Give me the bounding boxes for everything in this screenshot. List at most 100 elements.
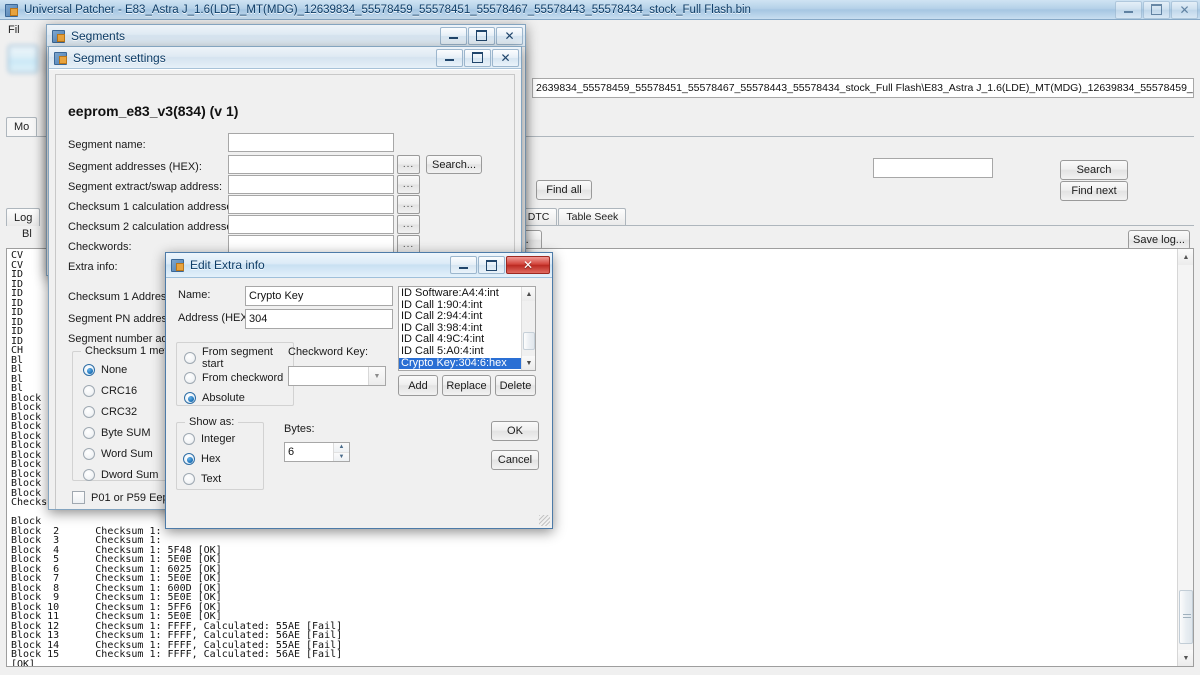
radio-checksum-none[interactable]: None [83, 362, 158, 378]
scrollbar-thumb[interactable] [1179, 590, 1193, 644]
browse-checksum1-calc-button[interactable]: ... [397, 195, 420, 214]
extra-maximize-button[interactable] [478, 256, 505, 274]
tab-table-seek[interactable]: Table Seek [558, 208, 627, 225]
segment-settings-window-icon [54, 51, 68, 65]
label-name: Name: [178, 289, 211, 301]
close-icon[interactable]: ✕ [1171, 0, 1198, 19]
search-segment-button[interactable]: Search... [426, 155, 482, 174]
segments-minimize-button[interactable] [440, 26, 467, 45]
show-as-group: Show as: Integer Hex Text [176, 416, 264, 490]
main-window-controls[interactable]: ✕ [1114, 0, 1198, 19]
replace-button[interactable]: Replace [442, 375, 491, 396]
extra-info-titlebar: Edit Extra info ✕ [166, 253, 552, 278]
tab-log[interactable]: Log [6, 208, 40, 226]
input-address[interactable]: 304 [245, 309, 393, 329]
input-checksum1-calc[interactable] [228, 195, 394, 214]
segments-maximize-button[interactable] [468, 26, 495, 45]
radio-absolute[interactable]: Absolute [184, 390, 293, 406]
segments-window-title: Segments [71, 28, 126, 43]
label-address: Address (HEX): [178, 312, 255, 324]
main-window-title: Universal Patcher - E83_Astra J_1.6(LDE)… [24, 3, 751, 16]
extra-info-window-icon [171, 258, 185, 272]
radio-from-segment-start[interactable]: From segment start [184, 346, 293, 370]
list-scroll-down-icon[interactable]: ▼ [522, 356, 535, 370]
checkbox-box-icon [72, 491, 85, 504]
spinner-bytes[interactable]: 6 ▲ ▼ [284, 442, 350, 462]
chevron-down-icon[interactable]: ▼ [368, 367, 385, 385]
list-item-selected[interactable]: Crypto Key:304:6:hex [399, 357, 521, 370]
scroll-down-icon[interactable]: ▼ [1178, 650, 1193, 666]
radio-checksum-byte-sum[interactable]: Byte SUM [83, 425, 158, 441]
edit-extra-info-dialog: Edit Extra info ✕ Name: Crypto Key Addre… [165, 252, 553, 529]
scroll-up-icon[interactable]: ▲ [1178, 249, 1193, 265]
segset-maximize-button[interactable] [464, 48, 491, 67]
maximize-button[interactable] [1143, 0, 1170, 19]
main-titlebar: Universal Patcher - E83_Astra J_1.6(LDE)… [0, 0, 1200, 20]
cancel-button[interactable]: Cancel [491, 450, 539, 470]
list-item[interactable]: ID Software:A4:4:int [399, 287, 521, 300]
segments-window-controls[interactable]: ✕ [439, 26, 523, 45]
segments-close-icon[interactable]: ✕ [496, 26, 523, 45]
combo-checkword-key[interactable]: ▼ [288, 366, 386, 386]
spinner-up-icon[interactable]: ▲ [334, 443, 349, 452]
log-vertical-scrollbar[interactable]: ▲ ▼ [1177, 249, 1193, 666]
spinner-down-icon[interactable]: ▼ [334, 451, 349, 461]
label-checksum1-calc: Checksum 1 calculation addresses: [68, 201, 242, 213]
spinner-buttons[interactable]: ▲ ▼ [333, 443, 349, 461]
tab-models[interactable]: Mo [6, 117, 38, 136]
extra-info-window-controls[interactable]: ✕ [449, 256, 550, 274]
list-scroll-up-icon[interactable]: ▲ [522, 287, 535, 301]
label-extra-info: Extra info: [68, 261, 118, 273]
file-path-field[interactable]: 2639834_55578459_55578451_55578467_55578… [532, 78, 1194, 98]
radio-checksum-crc16[interactable]: CRC16 [83, 383, 158, 399]
edit-extra-info-body: Name: Crypto Key Address (HEX): 304 From… [166, 278, 552, 528]
label-checkword-key: Checkword Key: [288, 346, 369, 358]
input-name[interactable]: Crypto Key [245, 286, 393, 306]
app-icon [5, 3, 19, 17]
search-button[interactable]: Search [1060, 160, 1128, 180]
show-as-title: Show as: [185, 416, 239, 428]
label-segment-pn-address: Segment PN address [68, 313, 173, 325]
extra-info-window-title: Edit Extra info [190, 258, 265, 272]
radio-checksum-crc32[interactable]: CRC32 [83, 404, 158, 420]
lower-tabstrip[interactable]: PIDs DTC Table Seek [480, 208, 1194, 226]
radio-show-text[interactable]: Text [183, 471, 235, 487]
find-next-button[interactable]: Find next [1060, 181, 1128, 201]
segset-minimize-button[interactable] [436, 48, 463, 67]
radio-from-checkword[interactable]: From checkword [184, 370, 293, 386]
open-file-icon[interactable] [8, 45, 38, 73]
bytes-value: 6 [288, 446, 295, 458]
menu-file[interactable]: Fil [8, 24, 20, 36]
label-segment-addresses: Segment addresses (HEX): [68, 161, 202, 173]
ok-button[interactable]: OK [491, 421, 539, 441]
input-checksum2-calc[interactable] [228, 215, 394, 234]
segment-settings-window-controls[interactable]: ✕ [435, 48, 519, 67]
browse-segment-addresses-button[interactable]: ... [397, 155, 420, 174]
extra-close-icon[interactable]: ✕ [506, 256, 550, 274]
input-extract-swap[interactable] [228, 175, 394, 194]
list-scrollbar-thumb[interactable] [523, 332, 535, 350]
add-button[interactable]: Add [398, 375, 438, 396]
listbox-scrollbar[interactable]: ▲ ▼ [521, 287, 535, 370]
input-segment-addresses[interactable] [228, 155, 394, 174]
delete-button[interactable]: Delete [495, 375, 536, 396]
extra-info-listbox[interactable]: ID Software:A4:4:int ID Call 1:90:4:int … [398, 286, 536, 371]
find-all-button[interactable]: Find all [536, 180, 592, 200]
radio-show-integer[interactable]: Integer [183, 431, 235, 447]
radio-show-hex[interactable]: Hex [183, 451, 235, 467]
input-segment-name[interactable] [228, 133, 394, 152]
browse-extract-swap-button[interactable]: ... [397, 175, 420, 194]
search-input[interactable] [873, 158, 993, 178]
segment-settings-window-title: Segment settings [73, 50, 166, 65]
browse-checksum2-calc-button[interactable]: ... [397, 215, 420, 234]
list-item[interactable]: ID Call 5:A0:4:int [399, 345, 521, 358]
segset-close-icon[interactable]: ✕ [492, 48, 519, 67]
radio-checksum-word-sum[interactable]: Word Sum [83, 446, 158, 462]
segment-settings-titlebar: Segment settings ✕ [49, 47, 521, 69]
position-mode-group: From segment start From checkword Absolu… [176, 342, 294, 406]
radio-checksum-dword-sum[interactable]: Dword Sum [83, 467, 158, 483]
minimize-button[interactable] [1115, 0, 1142, 19]
save-log-button[interactable]: Save log... [1128, 230, 1190, 250]
segments-window-icon [52, 29, 66, 43]
extra-minimize-button[interactable] [450, 256, 477, 274]
